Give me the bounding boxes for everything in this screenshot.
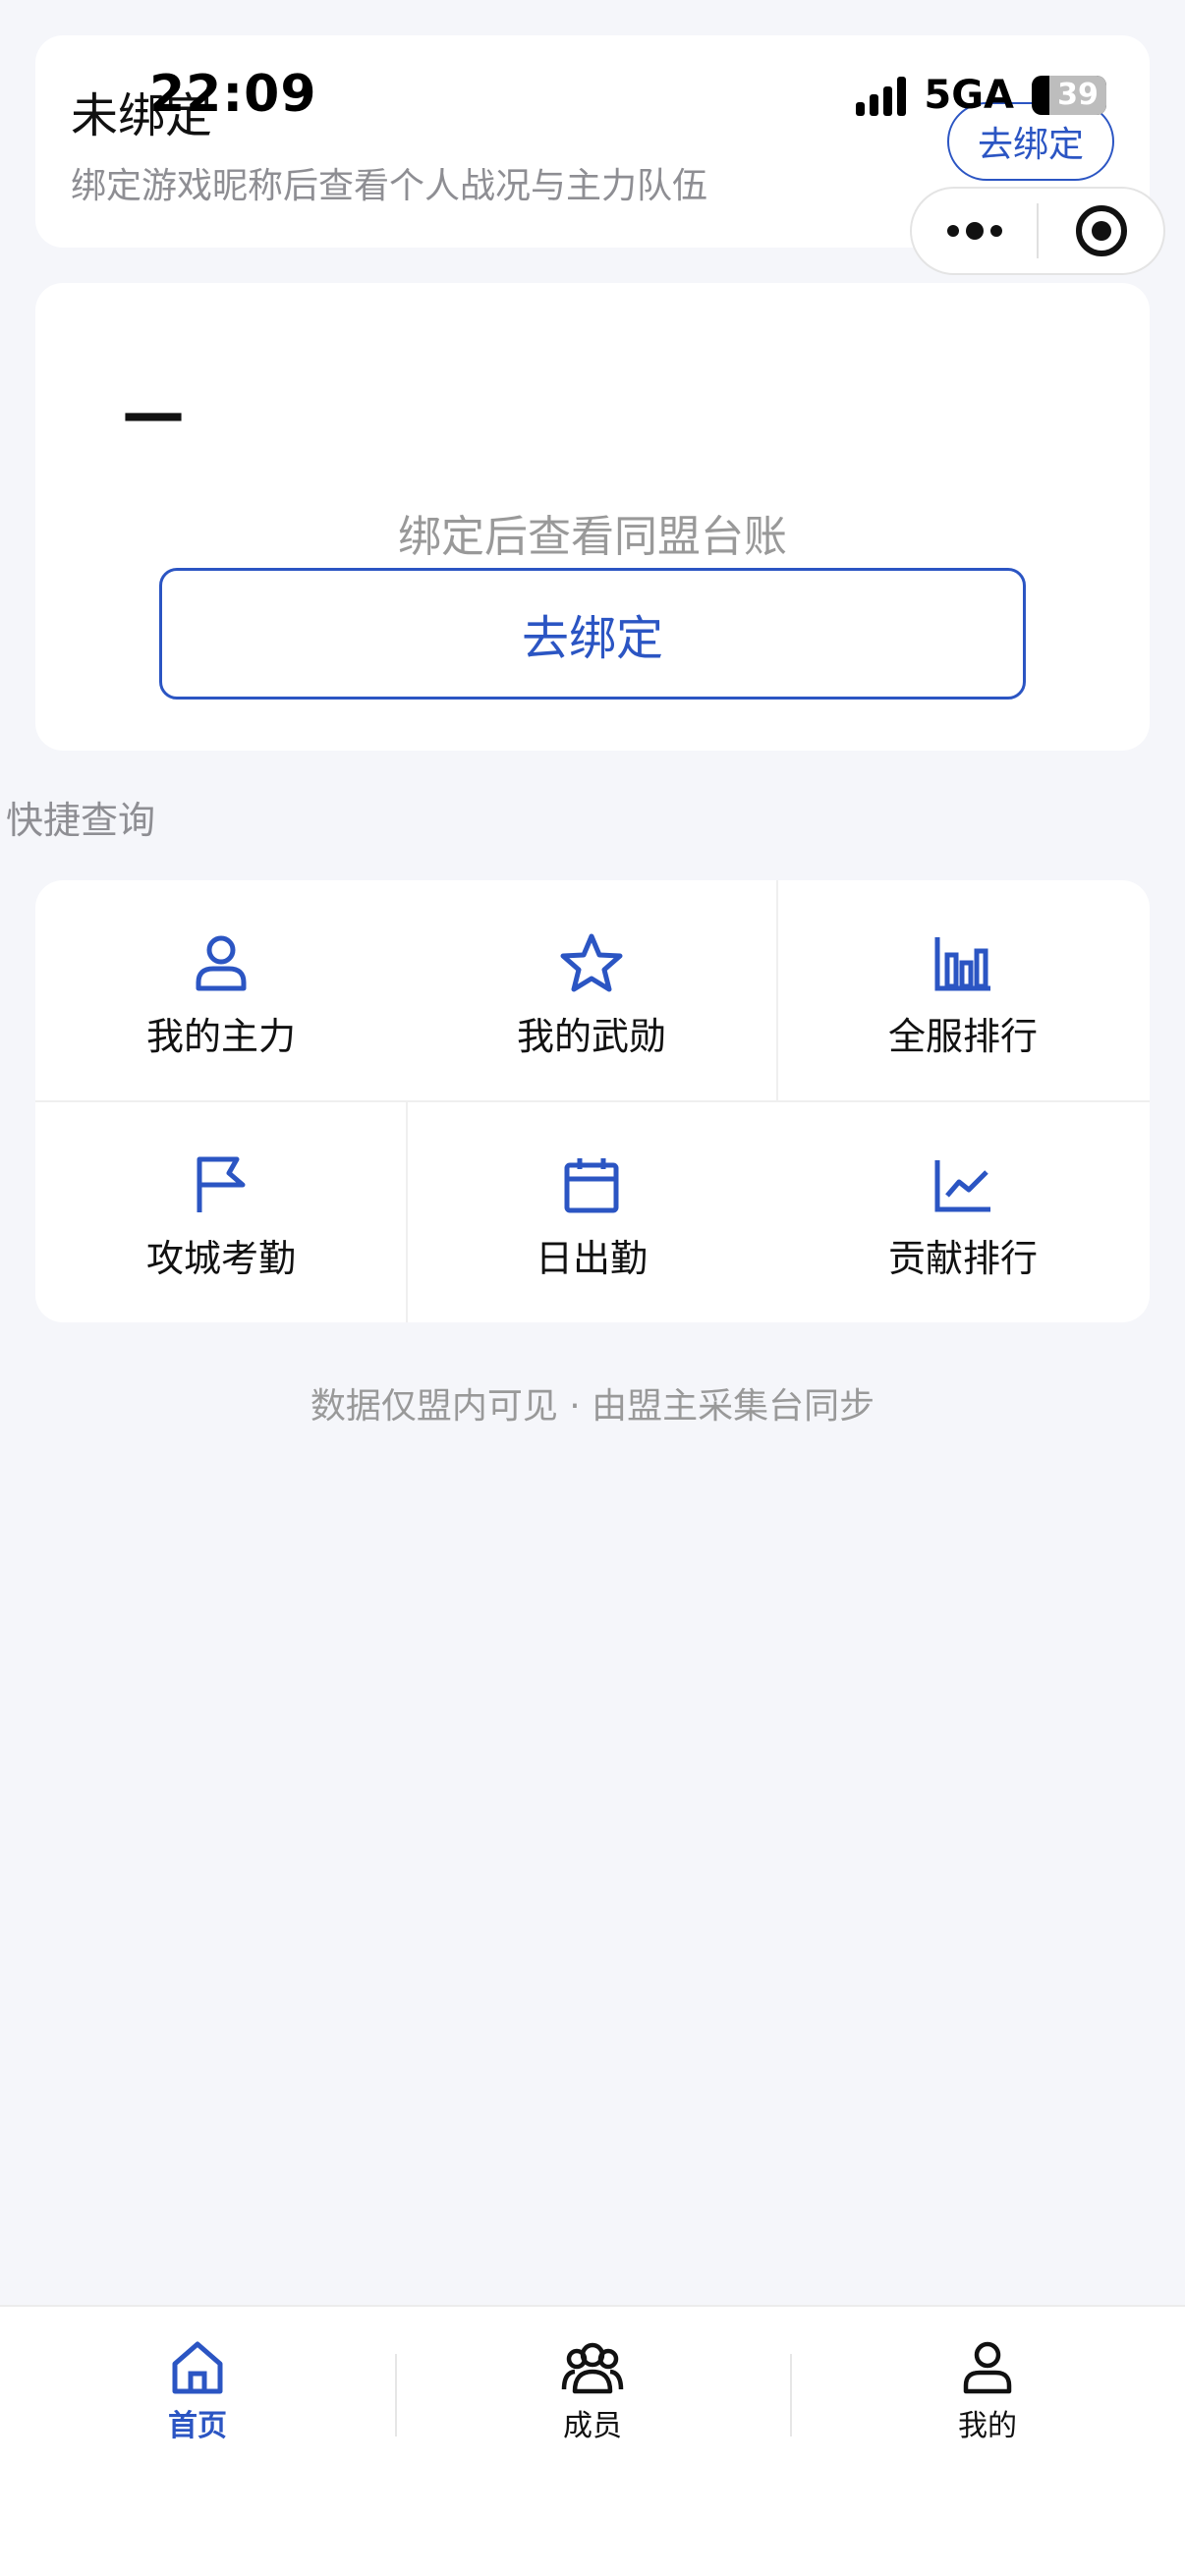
more-menu-button[interactable]	[912, 189, 1037, 273]
tab-me[interactable]: 我的	[790, 2340, 1185, 2444]
target-icon	[1075, 205, 1127, 256]
data-visibility-note: 数据仅盟内可见 · 由盟主采集台同步	[310, 1386, 875, 1427]
ledger-card: — 绑定后查看同盟台账 去绑定	[35, 283, 1150, 751]
calendar-icon	[564, 1158, 619, 1213]
signal-icon	[856, 75, 907, 116]
bar-chart-icon	[934, 937, 990, 991]
tab-members[interactable]: 成员	[395, 2340, 790, 2444]
tab-bar: 首页 成员 我的	[0, 2305, 1185, 2576]
flag-icon	[197, 1156, 246, 1212]
quick-label: 日出勤	[535, 1237, 648, 1280]
ledger-hint: 绑定后查看同盟台账	[398, 512, 787, 562]
quick-my-merit[interactable]: 我的武勋	[406, 880, 777, 1101]
members-icon	[561, 2342, 624, 2394]
profile-icon	[963, 2341, 1012, 2394]
tab-label: 我的	[958, 2409, 1017, 2443]
tab-label: 首页	[168, 2409, 227, 2443]
bind-button-large[interactable]: 去绑定	[159, 568, 1026, 700]
status-indicators: 5GA 39	[856, 73, 1106, 118]
miniprogram-capsule	[910, 187, 1165, 275]
bind-hint: 绑定游戏昵称后查看个人战况与主力队伍	[71, 166, 708, 206]
more-dots-icon	[946, 222, 1002, 240]
quick-siege-attendance[interactable]: 攻城考勤	[35, 1102, 407, 1322]
user-icon	[196, 935, 247, 991]
grid-divider	[35, 1100, 1150, 1102]
quick-contribution-ranking[interactable]: 贡献排行	[777, 1102, 1149, 1322]
quick-label: 我的主力	[145, 1015, 296, 1058]
grid-divider	[776, 880, 778, 1100]
quick-label: 贡献排行	[887, 1237, 1038, 1280]
home-icon	[172, 2341, 223, 2394]
quick-my-main-force[interactable]: 我的主力	[35, 880, 407, 1101]
grid-divider	[406, 1102, 408, 1322]
status-time: 22:09	[149, 65, 317, 124]
battery-icon: 39	[1032, 76, 1106, 115]
quick-label: 攻城考勤	[145, 1237, 296, 1280]
line-chart-icon	[934, 1160, 990, 1212]
quick-grid: 我的主力 我的武勋 全服排行 攻城考勤 日出勤 贡献排行	[35, 880, 1150, 1322]
network-type: 5GA	[924, 73, 1014, 118]
quick-daily-attendance[interactable]: 日出勤	[406, 1102, 777, 1322]
tab-label: 成员	[563, 2409, 622, 2443]
quick-server-ranking[interactable]: 全服排行	[777, 880, 1149, 1101]
battery-level: 39	[1049, 76, 1106, 115]
quick-label: 我的武勋	[516, 1015, 666, 1058]
ledger-value: —	[122, 377, 185, 450]
star-icon	[560, 933, 623, 992]
tab-home[interactable]: 首页	[0, 2340, 395, 2444]
quick-section-title: 快捷查询	[6, 799, 156, 842]
close-miniprogram-button[interactable]	[1039, 189, 1163, 273]
home-page: 未绑定 绑定游戏昵称后查看个人战况与主力队伍 去绑定 22:09 5GA 39	[0, 0, 1185, 2576]
quick-label: 全服排行	[887, 1015, 1038, 1058]
